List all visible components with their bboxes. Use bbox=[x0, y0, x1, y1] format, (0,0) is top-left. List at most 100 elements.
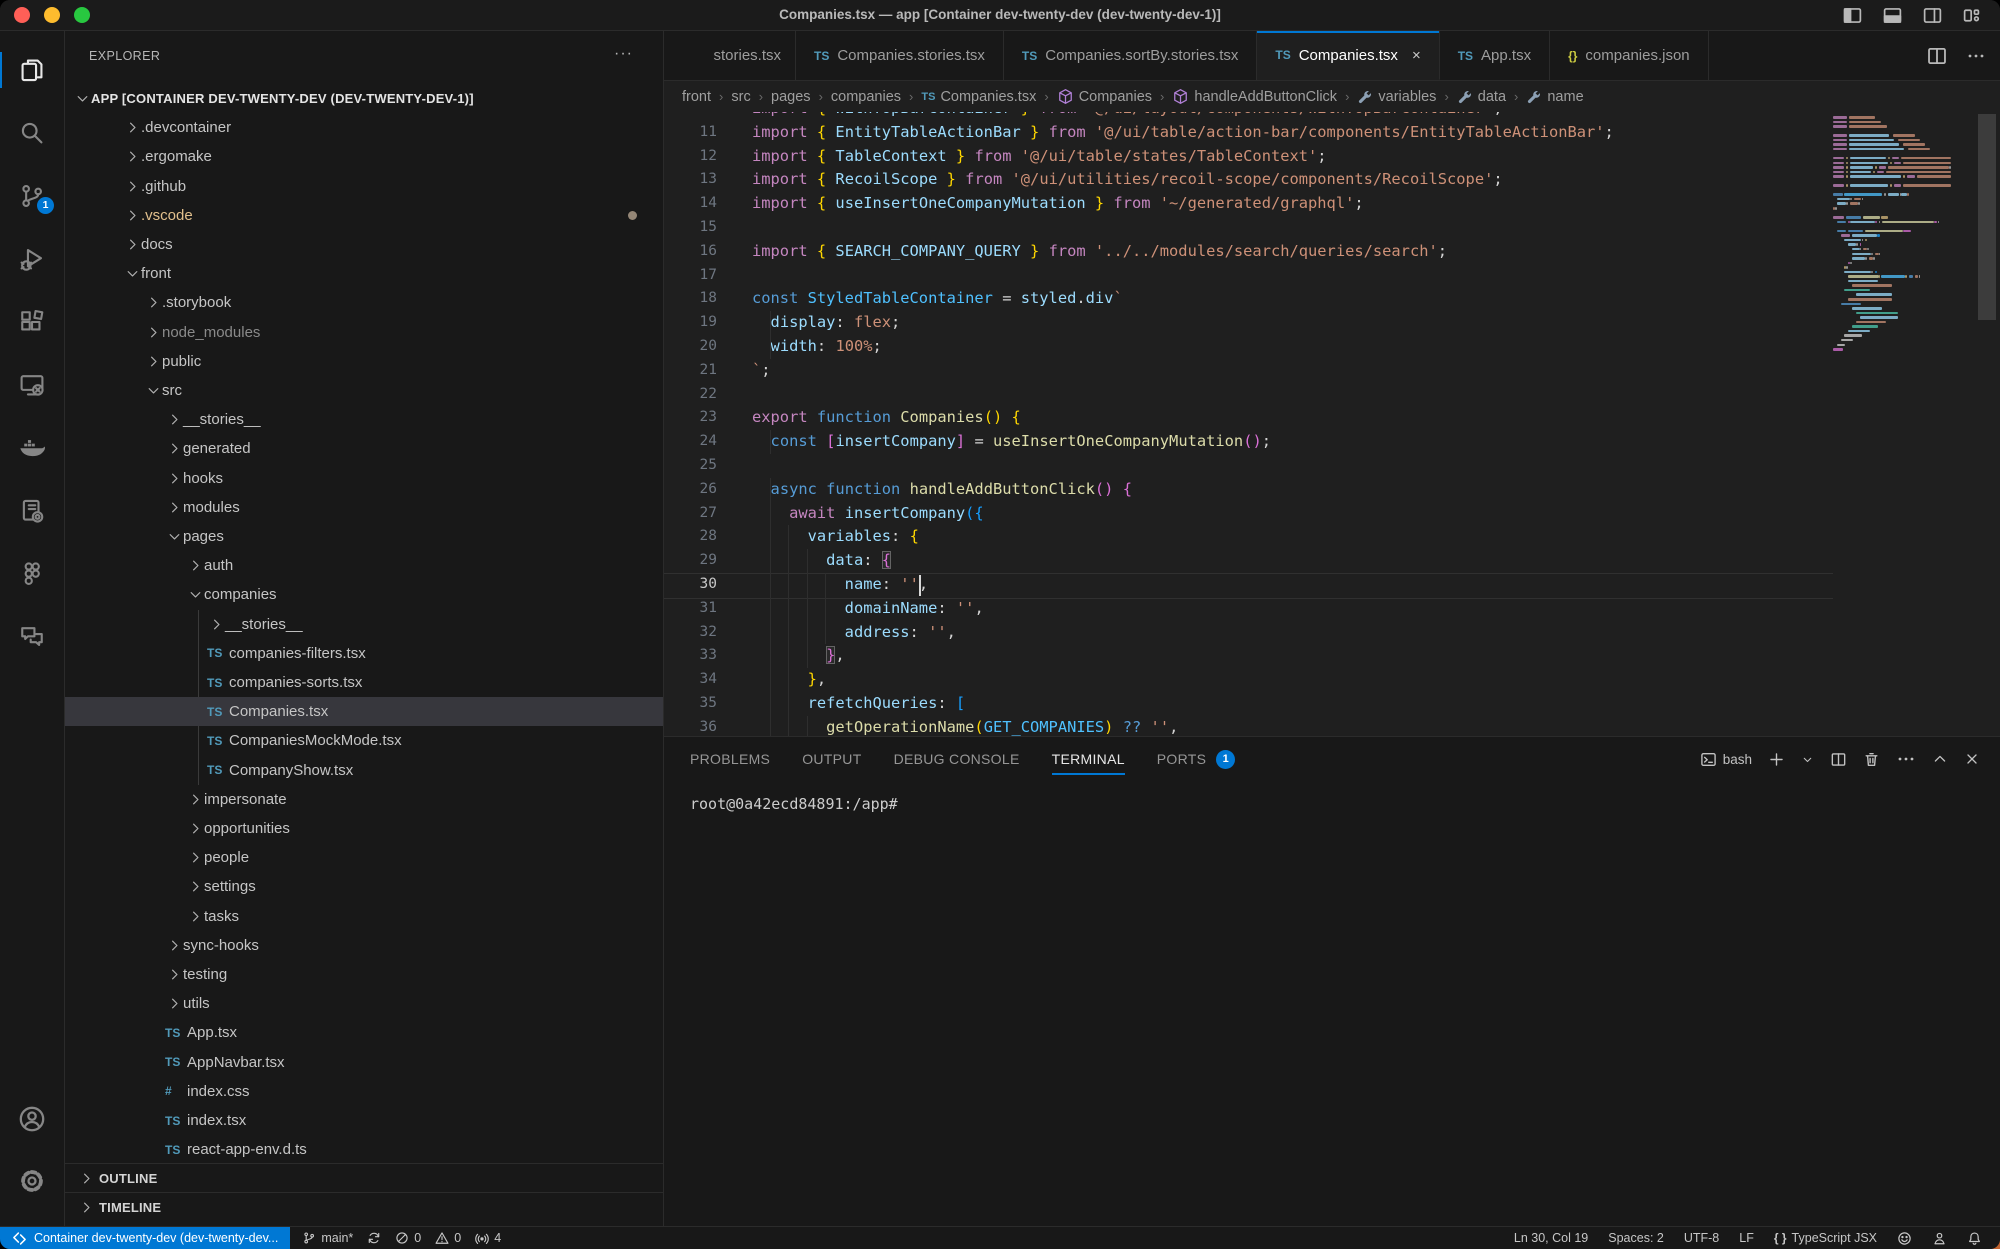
tree-folder-modules[interactable]: modules bbox=[65, 493, 663, 522]
status-person-icon[interactable] bbox=[1932, 1231, 1947, 1246]
breadcrumb-item-companies[interactable]: companies bbox=[831, 89, 901, 105]
panel-tab-debug-console[interactable]: DEBUG CONSOLE bbox=[894, 737, 1020, 781]
tree-folder-testing[interactable]: testing bbox=[65, 960, 663, 989]
toggle-panel-icon[interactable] bbox=[1880, 4, 1904, 26]
activity-settings-gear-icon[interactable] bbox=[0, 1155, 64, 1207]
activity-comments-icon[interactable] bbox=[0, 611, 64, 663]
panel-tab-output[interactable]: OUTPUT bbox=[802, 737, 861, 781]
activity-dev-container-icon[interactable] bbox=[0, 485, 64, 537]
status-feedback-icon[interactable] bbox=[1897, 1231, 1912, 1246]
split-editor-icon[interactable] bbox=[1926, 45, 1948, 67]
tree-folder-.vscode[interactable]: .vscode bbox=[65, 201, 663, 230]
tree-folder-hooks[interactable]: hooks bbox=[65, 464, 663, 493]
tree-folder-.ergomake[interactable]: .ergomake bbox=[65, 142, 663, 171]
tree-folder-utils[interactable]: utils bbox=[65, 989, 663, 1018]
tree-folder-companies[interactable]: companies bbox=[65, 580, 663, 609]
chevron-down-sm-icon[interactable] bbox=[1801, 753, 1814, 766]
tree-file-companies-sorts.tsx[interactable]: TScompanies-sorts.tsx bbox=[65, 668, 663, 697]
plus-icon[interactable] bbox=[1768, 751, 1785, 768]
tree-folder-APP [CONTAINER DEV-TWENTY-DEV (DEV-TWENTY-DEV-1)][interactable]: APP [CONTAINER DEV-TWENTY-DEV (DEV-TWENT… bbox=[65, 84, 663, 113]
tree-folder-src[interactable]: src bbox=[65, 376, 663, 405]
tree-file-App.tsx[interactable]: TSApp.tsx bbox=[65, 1018, 663, 1047]
tree-folder-node_modules[interactable]: node_modules bbox=[65, 318, 663, 347]
tree-file-Companies.tsx[interactable]: TSCompanies.tsx bbox=[65, 697, 663, 726]
tab-companies.json[interactable]: {}companies.json bbox=[1550, 31, 1709, 80]
status-lf[interactable]: LF bbox=[1739, 1231, 1754, 1245]
breadcrumb-item-src[interactable]: src bbox=[731, 89, 750, 105]
panel-tab-ports[interactable]: PORTS1 bbox=[1157, 737, 1235, 781]
ellipsis-icon[interactable] bbox=[1896, 751, 1916, 767]
status-branch-icon[interactable]: main* bbox=[302, 1231, 353, 1245]
status-sync-icon[interactable] bbox=[367, 1231, 381, 1245]
remote-indicator[interactable]: Container dev-twenty-dev (dev-twenty-dev… bbox=[0, 1227, 290, 1249]
trash-icon[interactable] bbox=[1863, 751, 1880, 768]
tree-folder-settings[interactable]: settings bbox=[65, 872, 663, 901]
activity-files-icon[interactable] bbox=[0, 44, 64, 96]
tree-folder-docs[interactable]: docs bbox=[65, 230, 663, 259]
tab-Companies.sortBy.stories.tsx[interactable]: TSCompanies.sortBy.stories.tsx bbox=[1004, 31, 1257, 80]
tree-folder-impersonate[interactable]: impersonate bbox=[65, 785, 663, 814]
tree-file-CompanyShow.tsx[interactable]: TSCompanyShow.tsx bbox=[65, 756, 663, 785]
tree-folder-front[interactable]: front bbox=[65, 259, 663, 288]
minimap[interactable] bbox=[1833, 112, 1957, 737]
tree-file-CompaniesMockMode.tsx[interactable]: TSCompaniesMockMode.tsx bbox=[65, 726, 663, 755]
tab-Companies.stories.tsx[interactable]: TSCompanies.stories.tsx bbox=[796, 31, 1004, 80]
tree-file-companies-filters.tsx[interactable]: TScompanies-filters.tsx bbox=[65, 639, 663, 668]
customize-layout-icon[interactable] bbox=[1960, 4, 1984, 26]
tab-Companies.tsx[interactable]: TSCompanies.tsx× bbox=[1257, 31, 1439, 80]
status-ln-30-col-19[interactable]: Ln 30, Col 19 bbox=[1514, 1231, 1588, 1245]
breadcrumb-item-Companies.tsx[interactable]: TSCompanies.tsx bbox=[921, 89, 1036, 105]
tree-file-index.css[interactable]: #index.css bbox=[65, 1077, 663, 1106]
sidebar-section-timeline[interactable]: TIMELINE bbox=[65, 1192, 663, 1222]
tab-App.tsx[interactable]: TSApp.tsx bbox=[1440, 31, 1550, 80]
tree-folder-auth[interactable]: auth bbox=[65, 551, 663, 580]
tree-folder-__stories__[interactable]: __stories__ bbox=[65, 610, 663, 639]
breadcrumb-item-name[interactable]: name bbox=[1526, 89, 1583, 105]
tree-folder-pages[interactable]: pages bbox=[65, 522, 663, 551]
code-editor[interactable]: 10import { WithTopBarContainer } from '@… bbox=[664, 112, 2000, 737]
status-utf-8[interactable]: UTF-8 bbox=[1684, 1231, 1719, 1245]
panel-tab-problems[interactable]: PROBLEMS bbox=[690, 737, 770, 781]
close-icon[interactable] bbox=[1964, 751, 1980, 767]
ellipsis-icon[interactable] bbox=[1966, 48, 1986, 64]
breadcrumb-item-pages[interactable]: pages bbox=[771, 89, 811, 105]
status-spaces-2[interactable]: Spaces: 2 bbox=[1608, 1231, 1664, 1245]
tree-file-react-app-env.d.ts[interactable]: TSreact-app-env.d.ts bbox=[65, 1135, 663, 1164]
tree-folder-.github[interactable]: .github bbox=[65, 172, 663, 201]
toggle-sidebar-icon[interactable] bbox=[1840, 4, 1864, 26]
breadcrumb-item-handleAddButtonClick[interactable]: handleAddButtonClick bbox=[1172, 88, 1337, 105]
tree-folder-opportunities[interactable]: opportunities bbox=[65, 814, 663, 843]
terminal-shell-selector[interactable]: bash bbox=[1700, 751, 1752, 768]
status-broadcast-icon[interactable]: 4 bbox=[475, 1231, 501, 1245]
breadcrumb-item-data[interactable]: data bbox=[1457, 89, 1506, 105]
close-icon[interactable]: × bbox=[1412, 47, 1421, 64]
editor-scrollbar[interactable] bbox=[1978, 114, 1996, 320]
breadcrumb-item-Companies[interactable]: Companies bbox=[1057, 88, 1152, 105]
tree-folder-.devcontainer[interactable]: .devcontainer bbox=[65, 113, 663, 142]
activity-search-icon[interactable] bbox=[0, 107, 64, 159]
status-bell-icon[interactable] bbox=[1967, 1231, 1982, 1246]
activity-figma-icon[interactable] bbox=[0, 548, 64, 600]
panel-tab-terminal[interactable]: TERMINAL bbox=[1052, 737, 1125, 781]
tree-folder-.storybook[interactable]: .storybook bbox=[65, 288, 663, 317]
activity-docker-icon[interactable] bbox=[0, 422, 64, 474]
terminal-prompt[interactable]: root@0a42ecd84891:/app# bbox=[690, 795, 898, 813]
chevron-up-icon[interactable] bbox=[1932, 751, 1948, 767]
breadcrumb-item-variables[interactable]: variables bbox=[1357, 89, 1436, 105]
explorer-more-actions-icon[interactable]: ··· bbox=[614, 45, 633, 63]
status-typescript-jsx[interactable]: { }TypeScript JSX bbox=[1774, 1231, 1877, 1245]
tree-file-AppNavbar.tsx[interactable]: TSAppNavbar.tsx bbox=[65, 1048, 663, 1077]
sidebar-section-outline[interactable]: OUTLINE bbox=[65, 1163, 663, 1193]
activity-remote-explorer-icon[interactable] bbox=[0, 359, 64, 411]
activity-account-icon[interactable] bbox=[0, 1093, 64, 1145]
activity-source-control-icon[interactable]: 1 bbox=[0, 170, 64, 222]
tree-folder-tasks[interactable]: tasks bbox=[65, 902, 663, 931]
tree-folder-public[interactable]: public bbox=[65, 347, 663, 376]
toggle-secondary-sidebar-icon[interactable] bbox=[1920, 4, 1944, 26]
status-error-icon[interactable]: 0 bbox=[395, 1231, 421, 1245]
activity-extensions-icon[interactable] bbox=[0, 296, 64, 348]
tree-folder-people[interactable]: people bbox=[65, 843, 663, 872]
breadcrumb-item-front[interactable]: front bbox=[682, 89, 711, 105]
tab-stories.tsx[interactable]: stories.tsx bbox=[664, 31, 796, 80]
tree-folder-sync-hooks[interactable]: sync-hooks bbox=[65, 931, 663, 960]
